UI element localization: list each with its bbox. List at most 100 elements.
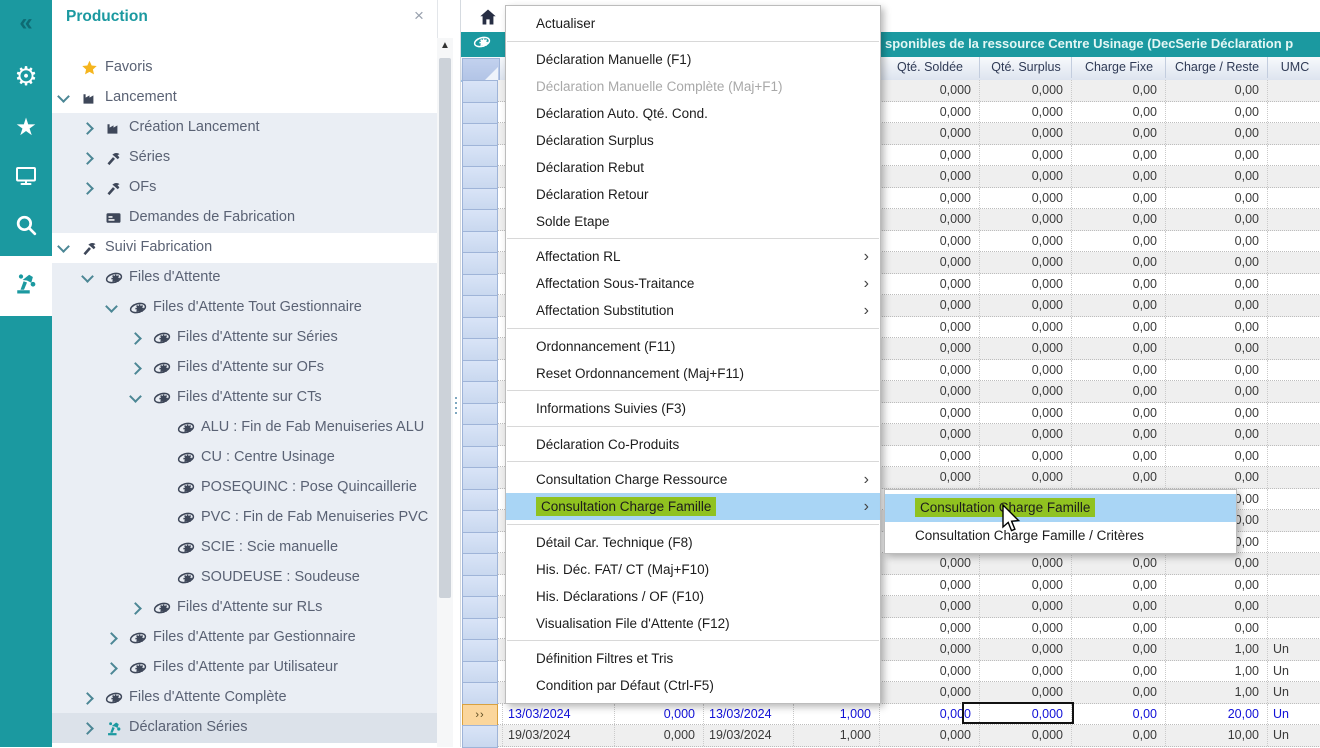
- cell-umc[interactable]: [1267, 102, 1320, 123]
- cell-charge-fixe[interactable]: 0,00: [1071, 424, 1165, 445]
- menu-item-d-claration-auto-qt-cond[interactable]: Déclaration Auto. Qté. Cond.: [506, 100, 880, 127]
- cell-qte-soldee[interactable]: 0,000: [879, 381, 979, 402]
- tree-item-files-d-attente-tout-gestionnaire[interactable]: Files d'Attente Tout Gestionnaire: [52, 293, 437, 323]
- cell-charge-reste[interactable]: 0,00: [1165, 553, 1267, 574]
- cell-qte-surplus[interactable]: 0,000: [979, 338, 1071, 359]
- rail-item-production-robot[interactable]: [0, 256, 52, 316]
- cell-umc[interactable]: [1267, 489, 1320, 510]
- cell-qte-surplus[interactable]: 0,000: [979, 725, 1071, 746]
- cell-qte-soldee[interactable]: 0,000: [879, 661, 979, 682]
- cell-qte[interactable]: 0,000: [614, 725, 703, 746]
- cell-umc[interactable]: [1267, 188, 1320, 209]
- cell-qte-soldee[interactable]: 0,000: [879, 166, 979, 187]
- row-header-cell[interactable]: [462, 532, 498, 555]
- cell-charge-reste[interactable]: 1,00: [1165, 682, 1267, 703]
- cell-charge-fixe[interactable]: 0,00: [1071, 381, 1165, 402]
- cell-qte-soldee[interactable]: 0,000: [879, 553, 979, 574]
- home-tab[interactable]: [467, 4, 509, 30]
- queue-tab-icon-box[interactable]: [463, 32, 501, 57]
- cell-charge-fixe[interactable]: 0,00: [1071, 467, 1165, 488]
- cell-qte[interactable]: 0,000: [614, 704, 703, 725]
- cell-umc[interactable]: [1267, 596, 1320, 617]
- cell-charge-fixe[interactable]: 0,00: [1071, 704, 1165, 725]
- cell-umc[interactable]: Un: [1267, 725, 1320, 746]
- chevron-down-icon[interactable]: [57, 90, 70, 103]
- row-header-cell[interactable]: [462, 231, 498, 254]
- cell-qte-soldee[interactable]: 0,000: [879, 360, 979, 381]
- cell-umc[interactable]: [1267, 295, 1320, 316]
- chevron-right-icon[interactable]: [81, 122, 94, 135]
- column-header-umc[interactable]: UMC: [1267, 57, 1320, 78]
- row-header-cell[interactable]: [462, 381, 498, 404]
- cell-qte-surplus[interactable]: 0,000: [979, 360, 1071, 381]
- cell-umc[interactable]: [1267, 209, 1320, 230]
- cell-qte-surplus[interactable]: 0,000: [979, 682, 1071, 703]
- cell-umc[interactable]: [1267, 381, 1320, 402]
- cell-charge-fixe[interactable]: 0,00: [1071, 618, 1165, 639]
- menu-item-affectation-rl[interactable]: Affectation RL›: [506, 243, 880, 270]
- row-header-cell[interactable]: [462, 618, 498, 641]
- cell-qte-soldee[interactable]: 0,000: [879, 596, 979, 617]
- cell-umc[interactable]: [1267, 317, 1320, 338]
- tree-item-files-d-attente-sur-s-ries[interactable]: Files d'Attente sur Séries: [52, 323, 437, 353]
- cell-charge-fixe[interactable]: 0,00: [1071, 553, 1165, 574]
- cell-date-debut[interactable]: 19/03/2024: [502, 725, 614, 746]
- menu-item-his-d-clarations-of-f10[interactable]: His. Déclarations / OF (F10): [506, 583, 880, 610]
- cell-umc[interactable]: [1267, 467, 1320, 488]
- cell-charge-reste[interactable]: 0,00: [1165, 338, 1267, 359]
- cell-charge-reste[interactable]: 0,00: [1165, 317, 1267, 338]
- cell-qte-surplus[interactable]: 0,000: [979, 252, 1071, 273]
- cell-qte-soldee[interactable]: 0,000: [879, 80, 979, 101]
- cell-umc[interactable]: [1267, 618, 1320, 639]
- tree-item-favoris[interactable]: Favoris: [52, 53, 437, 83]
- cell-charge-reste[interactable]: 0,00: [1165, 209, 1267, 230]
- cell-qte-surplus[interactable]: 0,000: [979, 209, 1071, 230]
- row-header-cell[interactable]: [462, 102, 498, 125]
- menu-item-consultation-charge-famille-crit-res[interactable]: Consultation Charge Famille / Critères: [885, 522, 1236, 550]
- cell-date-fin[interactable]: 13/03/2024: [703, 704, 793, 725]
- cell-qte-soldee[interactable]: 0,000: [879, 145, 979, 166]
- cell-qte-lancee[interactable]: 1,000: [793, 725, 879, 746]
- cell-qte-soldee[interactable]: 0,000: [879, 317, 979, 338]
- rail-item-collapse-panel[interactable]: «: [0, 8, 52, 38]
- cell-charge-reste[interactable]: 0,00: [1165, 145, 1267, 166]
- table-row[interactable]: 19/03/20240,00019/03/20241,0000,0000,000…: [498, 725, 1320, 747]
- cell-charge-reste[interactable]: 20,00: [1165, 704, 1267, 725]
- cell-qte-surplus[interactable]: 0,000: [979, 102, 1071, 123]
- cell-qte-surplus[interactable]: 0,000: [979, 231, 1071, 252]
- cell-qte-surplus[interactable]: 0,000: [979, 553, 1071, 574]
- cell-umc[interactable]: Un: [1267, 639, 1320, 660]
- menu-item-d-finition-filtres-et-tris[interactable]: Définition Filtres et Tris: [506, 645, 880, 672]
- active-row-marker[interactable]: ››: [462, 704, 498, 727]
- cell-charge-fixe[interactable]: 0,00: [1071, 317, 1165, 338]
- tree-item-files-d-attente-sur-ofs[interactable]: Files d'Attente sur OFs: [52, 353, 437, 383]
- cell-date-fin[interactable]: 19/03/2024: [703, 725, 793, 746]
- scroll-up-icon[interactable]: ▲: [437, 40, 453, 51]
- cell-charge-reste[interactable]: 0,00: [1165, 424, 1267, 445]
- cell-charge-fixe[interactable]: 0,00: [1071, 639, 1165, 660]
- tree-item-d-claration-s-ries[interactable]: Déclaration Séries: [52, 713, 437, 743]
- rail-item-screens[interactable]: [0, 160, 52, 196]
- cell-umc[interactable]: [1267, 123, 1320, 144]
- cell-charge-reste[interactable]: 0,00: [1165, 80, 1267, 101]
- cell-umc[interactable]: [1267, 338, 1320, 359]
- tree-item-soudeuse-soudeuse[interactable]: SOUDEUSE : Soudeuse: [52, 563, 437, 593]
- rail-item-search[interactable]: [0, 210, 52, 246]
- row-header-cell[interactable]: [462, 467, 498, 490]
- cell-qte-soldee[interactable]: 0,000: [879, 446, 979, 467]
- chevron-right-icon[interactable]: [129, 332, 142, 345]
- cell-qte-soldee[interactable]: 0,000: [879, 639, 979, 660]
- tree-item-suivi-fabrication[interactable]: Suivi Fabrication: [52, 233, 437, 263]
- cell-qte-soldee[interactable]: 0,000: [879, 682, 979, 703]
- cell-charge-fixe[interactable]: 0,00: [1071, 145, 1165, 166]
- select-all-corner-cell[interactable]: [462, 58, 500, 82]
- cell-umc[interactable]: [1267, 80, 1320, 101]
- cell-charge-fixe[interactable]: 0,00: [1071, 102, 1165, 123]
- cell-charge-fixe[interactable]: 0,00: [1071, 123, 1165, 144]
- tree-item-files-d-attente-par-gestionnaire[interactable]: Files d'Attente par Gestionnaire: [52, 623, 437, 653]
- cell-charge-fixe[interactable]: 0,00: [1071, 661, 1165, 682]
- cell-umc[interactable]: Un: [1267, 661, 1320, 682]
- menu-item-visualisation-file-d-attente-f12[interactable]: Visualisation File d'Attente (F12): [506, 610, 880, 637]
- chevron-right-icon[interactable]: [105, 662, 118, 675]
- row-header-cell[interactable]: [462, 123, 498, 146]
